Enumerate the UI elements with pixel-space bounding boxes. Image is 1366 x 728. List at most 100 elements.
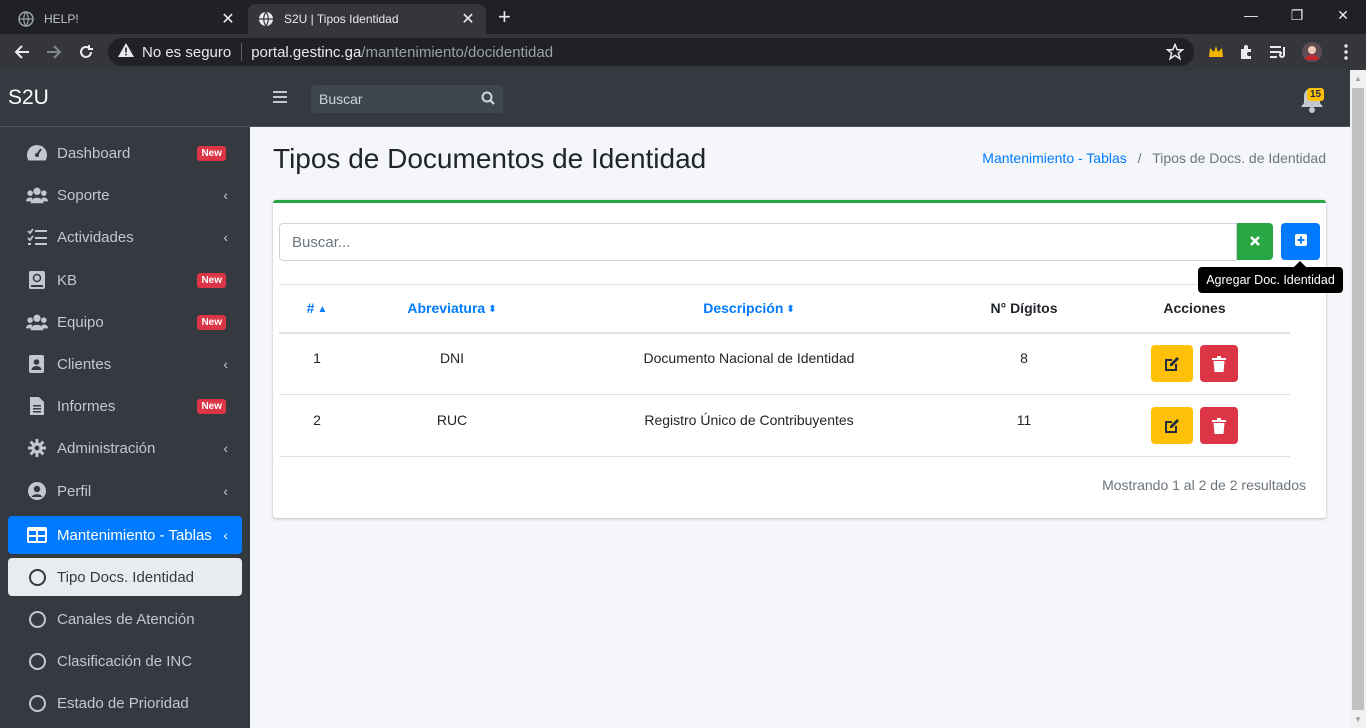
column-header-num[interactable]: # ▲	[279, 284, 355, 334]
sidebar-item-dashboard[interactable]: Dashboard New	[8, 134, 242, 172]
sidebar-subitem-clasificacion[interactable]: Clasificación de INC	[8, 642, 242, 680]
chevron-left-icon: ‹	[223, 229, 228, 245]
clear-search-button[interactable]	[1237, 223, 1273, 260]
doc-types-card: Buscar... # ▲ Abreviatura ⬍ Descripción ⬍ N…	[273, 200, 1326, 518]
column-header-descripcion[interactable]: Descripción ⬍	[549, 284, 949, 334]
scroll-down-arrow-icon[interactable]: ▼	[1354, 715, 1362, 724]
cell-acciones	[1099, 394, 1290, 457]
book-icon	[26, 270, 48, 290]
new-badge: New	[197, 272, 226, 288]
trash-icon	[1212, 355, 1227, 372]
avatar[interactable]	[1302, 42, 1322, 62]
sidebar-item-label: Mantenimiento - Tablas	[57, 526, 212, 544]
puzzle-icon[interactable]	[1237, 42, 1257, 62]
sidebar-subitem-tipo-docs[interactable]: Tipo Docs. Identidad	[8, 558, 242, 596]
sort-icon: ⬍	[488, 304, 497, 316]
add-doc-type-button[interactable]	[1281, 223, 1320, 260]
scroll-up-arrow-icon[interactable]: ▲	[1354, 74, 1362, 83]
globe-icon	[258, 11, 274, 27]
sidebar: S2U Dashboard New Soporte ‹ Actividades …	[0, 70, 250, 728]
url-path: /mantenimiento/docidentidad	[361, 43, 554, 61]
sort-icon: ⬍	[786, 304, 795, 316]
sidebar-item-label: Clasificación de INC	[57, 652, 193, 670]
sidebar-item-informes[interactable]: Informes New	[8, 387, 242, 425]
address-book-icon	[26, 354, 48, 374]
notifications-badge: 15	[1307, 88, 1325, 101]
user-circle-icon	[26, 481, 48, 501]
sidebar-item-clientes[interactable]: Clientes ‹	[8, 345, 242, 383]
tachometer-icon	[26, 143, 48, 163]
users-icon	[26, 185, 48, 205]
url-bar[interactable]: No es seguro portal.gestinc.ga /mantenim…	[108, 38, 1194, 66]
sidebar-item-kb[interactable]: KB New	[8, 261, 242, 299]
navbar-search-input[interactable]: Buscar	[311, 85, 503, 113]
cell-digitos: 8	[949, 332, 1099, 395]
close-icon[interactable]: ✕	[220, 9, 236, 29]
tab-title: S2U | Tipos Identidad	[284, 12, 399, 26]
sidebar-item-label: Tipo Docs. Identidad	[57, 568, 195, 586]
results-summary: Mostrando 1 al 2 de 2 resultados	[1102, 477, 1306, 493]
crown-extension-icon[interactable]	[1206, 42, 1226, 62]
tab-title: HELP!	[44, 12, 79, 26]
cell-abreviatura: RUC	[355, 394, 549, 457]
sidebar-item-perfil[interactable]: Perfil ‹	[8, 472, 242, 510]
scrollbar-thumb[interactable]	[1352, 88, 1364, 710]
sidebar-item-label: Administración	[57, 439, 156, 457]
edit-icon	[1164, 418, 1179, 433]
delete-button[interactable]	[1200, 345, 1239, 383]
menu-kebab-icon[interactable]	[1336, 42, 1356, 62]
table-header-row: # ▲ Abreviatura ⬍ Descripción ⬍ N° Dígitos …	[279, 284, 1290, 334]
cell-descripcion: Documento Nacional de Identidad	[549, 332, 949, 395]
page-title: Tipos de Documentos de Identidad	[273, 143, 707, 174]
sidebar-item-label: Canales de Atención	[57, 610, 195, 628]
star-icon[interactable]	[1165, 42, 1185, 65]
cell-num: 2	[279, 394, 355, 457]
hamburger-menu-icon[interactable]	[273, 90, 287, 108]
sidebar-item-mantenimiento[interactable]: Mantenimiento - Tablas ‹	[8, 516, 242, 554]
media-queue-icon[interactable]	[1269, 42, 1289, 62]
delete-button[interactable]	[1200, 407, 1239, 444]
sidebar-item-label: Perfil	[57, 482, 92, 500]
tasks-icon	[26, 227, 48, 247]
sidebar-subitem-estado-prioridad[interactable]: Estado de Prioridad	[8, 684, 242, 722]
sidebar-item-label: Soporte	[57, 186, 110, 204]
forward-arrow-icon[interactable]	[42, 40, 66, 64]
sidebar-item-administracion[interactable]: Administración ‹	[8, 429, 242, 467]
column-header-abreviatura[interactable]: Abreviatura ⬍	[355, 284, 549, 334]
sidebar-item-actividades[interactable]: Actividades ‹	[8, 218, 242, 256]
browser-tab-help[interactable]: HELP! ✕	[8, 4, 246, 34]
column-header-label: Abreviatura	[407, 300, 486, 317]
cell-num: 1	[279, 332, 355, 395]
table-row: 2 RUC Registro Único de Contribuyentes 1…	[279, 394, 1290, 457]
search-icon[interactable]	[481, 91, 495, 108]
window-close-button[interactable]: ✕	[1320, 0, 1366, 30]
breadcrumb: Mantenimiento - Tablas / Tipos de Docs. …	[982, 150, 1326, 166]
cell-acciones	[1099, 332, 1290, 395]
sidebar-item-soporte[interactable]: Soporte ‹	[8, 176, 242, 214]
minimize-button[interactable]: —	[1228, 0, 1274, 30]
sort-up-icon: ▲	[317, 304, 328, 316]
close-icon[interactable]: ✕	[460, 9, 476, 29]
edit-button[interactable]	[1150, 345, 1193, 383]
reload-icon[interactable]	[74, 40, 98, 64]
security-label[interactable]: No es seguro	[142, 44, 231, 61]
sidebar-subitem-canales[interactable]: Canales de Atención	[8, 600, 242, 638]
new-badge: New	[197, 398, 226, 414]
sidebar-item-equipo[interactable]: Equipo New	[8, 303, 242, 341]
search-input[interactable]: Buscar...	[279, 223, 1237, 261]
warning-icon	[118, 43, 134, 61]
sidebar-item-label: Actividades	[57, 228, 134, 246]
browser-tab-s2u[interactable]: S2U | Tipos Identidad ✕	[248, 4, 486, 34]
sidebar-item-label: Clientes	[57, 355, 112, 373]
edit-button[interactable]	[1150, 407, 1193, 444]
search-placeholder: Buscar...	[292, 233, 351, 251]
new-tab-button[interactable]: +	[498, 6, 511, 28]
back-arrow-icon[interactable]	[10, 40, 34, 64]
breadcrumb-link-mantenimiento[interactable]: Mantenimiento - Tablas	[982, 150, 1126, 166]
cell-descripcion: Registro Único de Contribuyentes	[549, 394, 949, 457]
restore-button[interactable]: ❐	[1274, 0, 1320, 30]
file-icon	[26, 396, 48, 416]
brand-logo[interactable]: S2U	[0, 70, 250, 127]
url-host: portal.gestinc.ga	[251, 43, 362, 61]
page-scrollbar[interactable]: ▲ ▼	[1350, 70, 1366, 728]
